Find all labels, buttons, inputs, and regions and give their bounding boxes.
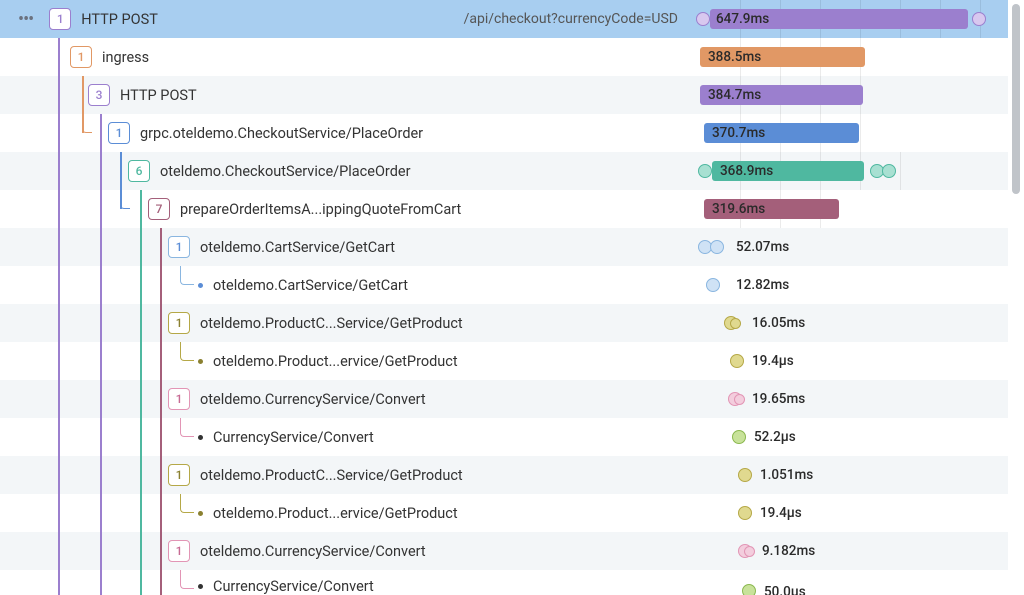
span-name: oteldemo.CurrencyService/Convert: [200, 543, 426, 560]
span-row[interactable]: 1 oteldemo.CartService/GetCart 52.07ms: [0, 228, 1008, 266]
child-count-badge[interactable]: 1: [168, 236, 190, 258]
span-end-marker: [972, 12, 986, 26]
leaf-dot-icon: [198, 359, 203, 364]
leaf-dot-icon: [198, 584, 203, 589]
span-row[interactable]: 3 HTTP POST 384.7ms: [0, 76, 1008, 114]
span-row[interactable]: ••• 1 HTTP POST /api/checkout?currencyCo…: [0, 0, 1008, 38]
scrollbar[interactable]: [1012, 4, 1020, 194]
span-marker: [710, 240, 724, 254]
span-name: HTTP POST: [81, 11, 158, 28]
span-start-marker: [698, 164, 712, 178]
span-row[interactable]: 1 grpc.oteldemo.CheckoutService/PlaceOrd…: [0, 114, 1008, 152]
span-name: oteldemo.CheckoutService/PlaceOrder: [160, 163, 411, 180]
duration-label: 52.2µs: [754, 429, 796, 445]
span-marker: [706, 278, 720, 292]
child-count-badge[interactable]: 6: [128, 160, 150, 182]
child-count-badge[interactable]: 7: [148, 198, 170, 220]
span-name: oteldemo.CurrencyService/Convert: [200, 391, 426, 408]
span-row[interactable]: 1 oteldemo.CurrencyService/Convert 19.65…: [0, 380, 1008, 418]
span-name: oteldemo.ProductC...Service/GetProduct: [200, 467, 463, 484]
span-name: oteldemo.ProductC...Service/GetProduct: [200, 315, 463, 332]
leaf-dot-icon: [198, 435, 203, 440]
span-name: oteldemo.CartService/GetCart: [213, 277, 408, 294]
span-name: CurrencyService/Convert: [213, 429, 374, 446]
child-count-badge[interactable]: 1: [168, 312, 190, 334]
span-start-marker: [696, 12, 710, 26]
leaf-dot-icon: [198, 283, 203, 288]
duration-label: 52.07ms: [736, 239, 789, 255]
child-count-badge[interactable]: 1: [168, 540, 190, 562]
span-marker: [742, 584, 756, 595]
span-path: /api/checkout?currencyCode=USD: [464, 11, 690, 27]
span-end-marker: [882, 164, 896, 178]
span-row[interactable]: oteldemo.Product...ervice/GetProduct 19.…: [0, 494, 1008, 532]
duration-label: 16.05ms: [752, 315, 805, 331]
trace-waterfall[interactable]: ••• 1 HTTP POST /api/checkout?currencyCo…: [0, 0, 1008, 583]
duration-label: 12.82ms: [736, 277, 789, 293]
child-count-badge[interactable]: 1: [168, 464, 190, 486]
duration-label: 1.051ms: [760, 467, 813, 483]
span-row[interactable]: CurrencyService/Convert 52.2µs: [0, 418, 1008, 456]
more-icon[interactable]: •••: [8, 9, 39, 30]
span-marker: [738, 506, 752, 520]
span-marker: [730, 318, 741, 329]
span-row[interactable]: 7 prepareOrderItemsA...ippingQuoteFromCa…: [0, 190, 1008, 228]
span-marker: [744, 546, 755, 557]
span-name: oteldemo.Product...ervice/GetProduct: [213, 505, 458, 522]
duration-label: 388.5ms: [708, 49, 761, 65]
duration-label: 647.9ms: [716, 11, 769, 27]
duration-label: 9.182ms: [762, 543, 815, 559]
duration-label: 384.7ms: [708, 87, 761, 103]
span-marker: [738, 468, 752, 482]
span-row[interactable]: oteldemo.Product...ervice/GetProduct 19.…: [0, 342, 1008, 380]
span-name: ingress: [102, 49, 149, 66]
duration-label: 319.6ms: [712, 201, 765, 217]
duration-label: 19.65ms: [752, 391, 805, 407]
child-count-badge[interactable]: 1: [168, 388, 190, 410]
duration-label: 50.0µs: [764, 584, 806, 595]
child-count-badge[interactable]: 1: [70, 46, 92, 68]
span-marker: [734, 394, 745, 405]
span-row[interactable]: 1 oteldemo.ProductC...Service/GetProduct…: [0, 304, 1008, 342]
duration-label: 370.7ms: [712, 125, 765, 141]
duration-label: 368.9ms: [720, 163, 773, 179]
span-name: prepareOrderItemsA...ippingQuoteFromCart: [180, 201, 461, 218]
duration-label: 19.4µs: [752, 353, 794, 369]
span-name: grpc.oteldemo.CheckoutService/PlaceOrder: [140, 125, 423, 142]
span-row[interactable]: oteldemo.CartService/GetCart 12.82ms: [0, 266, 1008, 304]
span-name: oteldemo.CartService/GetCart: [200, 239, 395, 256]
span-name: HTTP POST: [120, 87, 197, 104]
span-row[interactable]: 1 oteldemo.CurrencyService/Convert 9.182…: [0, 532, 1008, 570]
span-name: CurrencyService/Convert: [213, 578, 374, 595]
duration-label: 19.4µs: [760, 505, 802, 521]
span-name: oteldemo.Product...ervice/GetProduct: [213, 353, 458, 370]
span-row[interactable]: 1 oteldemo.ProductC...Service/GetProduct…: [0, 456, 1008, 494]
child-count-badge[interactable]: 1: [49, 8, 71, 30]
leaf-dot-icon: [198, 511, 203, 516]
child-count-badge[interactable]: 1: [108, 122, 130, 144]
child-count-badge[interactable]: 3: [88, 84, 110, 106]
span-marker: [730, 354, 744, 368]
span-row[interactable]: 1 ingress 388.5ms: [0, 38, 1008, 76]
span-row[interactable]: 6 oteldemo.CheckoutService/PlaceOrder 36…: [0, 152, 1008, 190]
span-marker: [732, 430, 746, 444]
